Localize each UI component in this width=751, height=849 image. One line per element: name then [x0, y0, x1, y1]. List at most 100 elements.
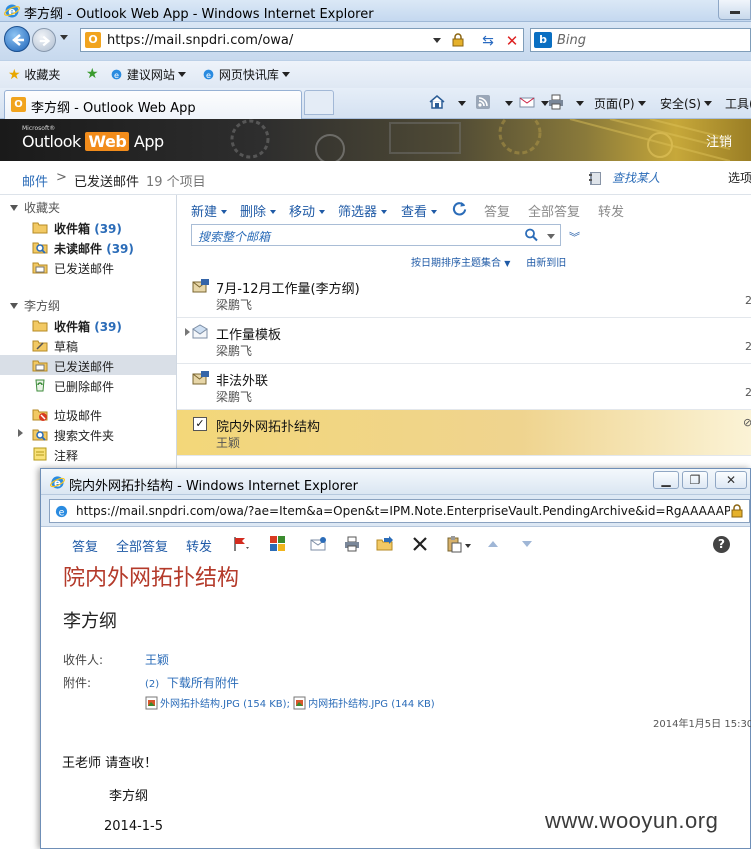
new-tab-button[interactable]	[304, 90, 334, 115]
safety-menu[interactable]: 安全(S)	[660, 95, 712, 112]
flag-icon[interactable]	[232, 535, 250, 553]
arrange-by-button[interactable]: 按日期排序主题集合 ▼	[411, 258, 510, 269]
print-icon[interactable]	[343, 535, 361, 553]
reply-button[interactable]: 答复	[484, 201, 510, 220]
paste-dropdown[interactable]	[465, 544, 471, 548]
fav-link-webslice[interactable]: e 网页快讯库	[202, 66, 290, 83]
forward-button[interactable]: 转发	[598, 201, 624, 220]
message-row-selected[interactable]: ✓ 院内外网拓扑结构 王颖 ⊘	[177, 410, 751, 456]
arrow-right-icon	[39, 35, 51, 47]
folder-junk[interactable]: 垃圾邮件	[0, 404, 176, 424]
ie-logo-icon: e	[4, 4, 20, 18]
popup-minimize-button[interactable]: ▁	[653, 471, 679, 489]
sort-bar: 按日期排序主题集合 ▼ 由新到旧	[411, 254, 566, 269]
star-icon: ★	[8, 67, 21, 83]
popup-reply-button[interactable]: 答复	[72, 536, 98, 555]
drafts-folder-icon	[32, 340, 48, 352]
lock-icon[interactable]	[730, 504, 744, 518]
home-icon[interactable]	[428, 93, 446, 111]
to-recipient[interactable]: 王颖	[145, 651, 169, 668]
refresh-icon[interactable]: ⇆	[479, 32, 497, 50]
refresh-icon[interactable]	[452, 201, 467, 216]
back-button[interactable]	[4, 26, 30, 52]
image-file-icon	[293, 696, 306, 710]
folder-inbox-favorite[interactable]: 收件箱 (39)	[0, 217, 176, 237]
archived-mail-icon	[192, 371, 209, 385]
popup-reply-all-button[interactable]: 全部答复	[116, 536, 168, 555]
forward-button[interactable]	[32, 28, 56, 52]
fav-link-suggested[interactable]: e 建议网站	[110, 66, 186, 83]
address-book-icon[interactable]	[588, 170, 604, 186]
page-menu[interactable]: 页面(P)	[594, 95, 646, 112]
expand-conversation-icon[interactable]	[185, 328, 190, 336]
new-button[interactable]: 新建	[191, 201, 228, 220]
url-field[interactable]: O https://mail.snpdri.com/owa/ ⇆ ✕	[80, 28, 524, 52]
mail-icon[interactable]	[518, 93, 536, 111]
feeds-icon[interactable]	[474, 93, 492, 111]
message-row[interactable]: 7月-12月工作量(李方纲) 梁鹏飞 2	[177, 272, 751, 318]
mark-unread-icon[interactable]	[309, 535, 327, 553]
message-row[interactable]: 工作量模板 梁鹏飞 2	[177, 318, 751, 364]
popup-maximize-button[interactable]: ❐	[682, 471, 708, 489]
sent-folder-icon	[32, 262, 48, 274]
delete-button[interactable]: 删除	[240, 201, 277, 220]
lock-icon[interactable]	[451, 33, 465, 47]
favorites-button[interactable]: ★ 收藏夹	[8, 66, 60, 83]
url-dropdown[interactable]	[433, 38, 441, 43]
popup-title-bar: e 院内外网拓扑结构 - Windows Internet Explorer ▁…	[41, 469, 750, 495]
attachment-link[interactable]: 外网拓扑结构.JPG (154 KB);	[145, 696, 290, 710]
bing-search-field[interactable]: b Bing	[530, 28, 751, 52]
options-menu[interactable]: 选项	[728, 169, 751, 186]
history-dropdown[interactable]	[60, 35, 68, 40]
help-icon[interactable]: ?	[713, 536, 730, 553]
message-row[interactable]: 非法外联 梁鹏飞 2	[177, 364, 751, 410]
message-checkbox[interactable]: ✓	[193, 417, 207, 431]
popup-forward-button[interactable]: 转发	[186, 536, 212, 555]
folder-drafts[interactable]: 草稿	[0, 335, 176, 355]
reply-all-button[interactable]: 全部答复	[528, 201, 580, 220]
filter-button[interactable]: 筛选器	[338, 201, 388, 220]
notes-folder-icon	[33, 447, 47, 461]
next-item-icon[interactable]	[518, 535, 536, 553]
expand-search-icon[interactable]: ︾	[569, 229, 580, 245]
move-to-folder-icon[interactable]	[376, 535, 394, 553]
download-all-link[interactable]: (2) 下载所有附件	[145, 674, 239, 691]
sign-out-link[interactable]: 注销	[706, 131, 732, 150]
folder-sent-favorite[interactable]: 已发送邮件	[0, 257, 176, 277]
minimize-button[interactable]	[718, 0, 751, 20]
home-dropdown[interactable]	[458, 101, 466, 106]
breadcrumb-mail[interactable]: 邮件	[22, 171, 48, 190]
paste-icon[interactable]	[445, 535, 463, 553]
delete-icon[interactable]	[411, 535, 429, 553]
print-icon[interactable]	[547, 93, 565, 111]
previous-item-icon[interactable]	[484, 535, 502, 553]
search-scope-dropdown[interactable]	[547, 234, 555, 239]
popup-url-field[interactable]: e https://mail.snpdri.com/owa/?ae=Item&a…	[49, 499, 750, 523]
search-icon[interactable]	[524, 228, 538, 242]
tab-owa[interactable]: O 李方纲 - Outlook Web App	[4, 90, 302, 119]
popup-close-button[interactable]: ✕	[715, 471, 747, 489]
sort-order-button[interactable]: 由新到旧	[526, 258, 566, 269]
attachment-link[interactable]: 内网拓扑结构.JPG (144 KB)	[293, 696, 435, 710]
folder-unread-favorite[interactable]: 未读邮件 (39)	[0, 237, 176, 257]
view-button[interactable]: 查看	[401, 201, 438, 220]
folder-deleted[interactable]: 已删除邮件	[0, 375, 176, 395]
feeds-dropdown[interactable]	[505, 101, 513, 106]
move-button[interactable]: 移动	[289, 201, 326, 220]
stop-icon[interactable]: ✕	[503, 32, 521, 50]
print-dropdown[interactable]	[576, 101, 584, 106]
mailbox-search-input[interactable]: 搜索整个邮箱	[191, 224, 561, 246]
tools-menu[interactable]: 工具(	[725, 95, 751, 112]
categorize-icon[interactable]	[269, 535, 287, 553]
favorites-header[interactable]: 收藏夹	[10, 199, 60, 216]
folder-notes[interactable]: 注释	[0, 444, 176, 464]
conversation-mail-icon	[192, 324, 208, 339]
folder-search-folders[interactable]: 搜索文件夹	[0, 424, 176, 444]
folder-sent[interactable]: 已发送邮件	[0, 355, 176, 375]
mailbox-header[interactable]: 李方纲	[10, 297, 60, 314]
folder-inbox[interactable]: 收件箱 (39)	[0, 315, 176, 335]
expand-arrow-icon[interactable]	[18, 429, 23, 437]
ie-page-icon: e	[203, 69, 214, 80]
add-favorite-button[interactable]: ★	[86, 66, 99, 82]
find-someone-link[interactable]: 查找某人	[612, 169, 660, 186]
